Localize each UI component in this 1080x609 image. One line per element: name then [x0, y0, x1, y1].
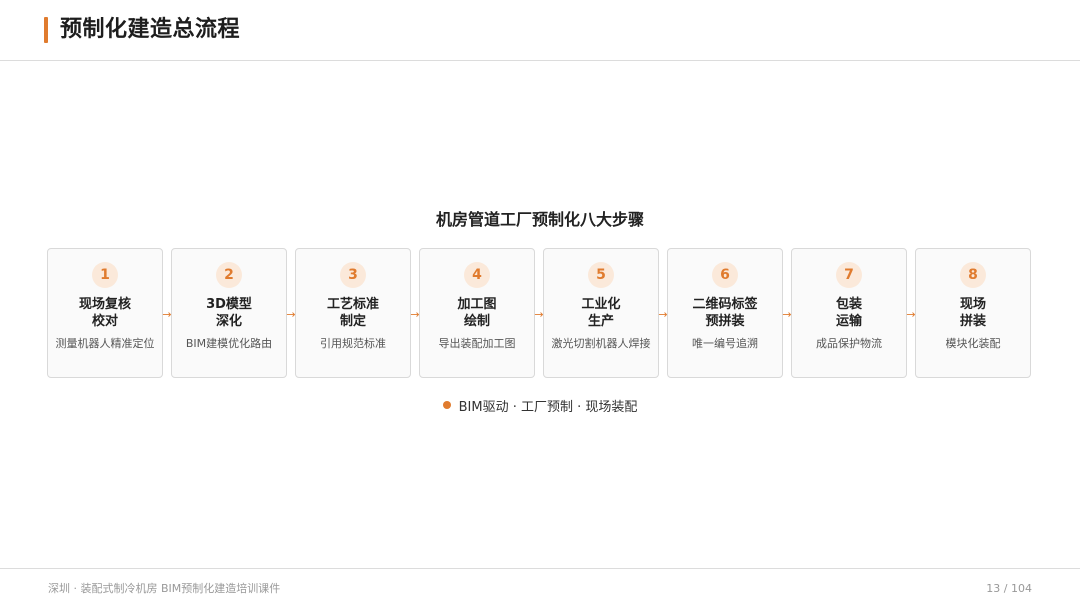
step-card: 2 3D模型深化 BIM建模优化路由: [171, 248, 287, 378]
step-title-line2: 深化: [215, 314, 242, 329]
bullet-dot-icon: [442, 401, 451, 409]
step-number-badge: 1: [92, 262, 118, 288]
footer-course-title: 深圳 · 装配式制冷机房 BIM预制化建造培训课件: [48, 582, 281, 595]
step-number-badge: 7: [836, 262, 862, 288]
step-card: 4 加工图绘制导出装配加工图: [419, 248, 535, 378]
arrow-right-icon: →: [906, 307, 916, 321]
step-title-line2: 生产: [587, 314, 614, 329]
step-card: 3 工艺标准制定引用规范标准: [295, 248, 411, 378]
step-number-badge: 8: [960, 262, 986, 288]
process-steps: 1 现场复核校对测量机器人精准定位 → 2 3D模型深化 BIM建模优化路由 → 3 工艺标准制…: [47, 248, 1033, 380]
step-title-line2: 拼装: [959, 314, 986, 329]
step-number-badge: 4: [464, 262, 490, 288]
step-card: 7 包装运输成品保护物流: [791, 248, 907, 378]
step-title-line1: 二维码标签: [692, 297, 758, 312]
step-title: 工艺标准 制定: [327, 296, 379, 330]
step-description: 激光切割机器人焊接: [551, 337, 651, 350]
tagline-text: BIM驱动 · 工厂预制 · 现场装配: [458, 400, 638, 415]
step-description: 成品保护物流: [816, 337, 882, 350]
arrow-right-icon: →: [534, 307, 544, 321]
step-title-line1: 现场: [959, 297, 986, 312]
step-number-badge: 5: [588, 262, 614, 288]
step-title-line2: 绘制: [463, 314, 490, 329]
step-title-line1: 3D模型: [206, 297, 252, 312]
arrow-right-icon: →: [410, 307, 420, 321]
step-title-line2: 校对: [91, 314, 118, 329]
title-accent-bar: [44, 17, 48, 43]
step-number-badge: 6: [712, 262, 738, 288]
step-title-line2: 制定: [339, 314, 366, 329]
step-title: 包装 运输: [836, 296, 862, 330]
step-title: 加工图 绘制: [457, 296, 496, 330]
step-description: BIM建模优化路由: [185, 337, 273, 350]
step-title-line2: 运输: [835, 314, 862, 329]
step-title-line2: 预拼装: [705, 314, 745, 329]
arrow-right-icon: →: [286, 307, 296, 321]
step-title-line1: 工艺标准: [326, 297, 379, 312]
step-card: 1 现场复核校对测量机器人精准定位: [47, 248, 163, 378]
step-title-line1: 工业化: [581, 297, 621, 312]
step-number-badge: 3: [340, 262, 366, 288]
step-number-badge: 2: [216, 262, 242, 288]
step-card: 8 现场拼装模块化装配: [915, 248, 1031, 378]
page-number: 13 / 104: [986, 582, 1032, 595]
tagline: BIM驱动 · 工厂预制 · 现场装配: [0, 398, 1080, 418]
diagram-title: 机房管道工厂预制化八大步骤: [435, 210, 644, 229]
step-title-line1: 包装: [835, 297, 862, 312]
step-title: 3D模型深化: [206, 296, 252, 330]
step-card: 5 工业化生产激光切割机器人焊接: [543, 248, 659, 378]
step-title-line1: 加工图: [457, 297, 497, 312]
step-description: 模块化装配: [945, 337, 1001, 350]
step-card: 6 二维码标签预拼装唯一编号追溯: [667, 248, 783, 378]
step-title: 现场 拼装: [960, 296, 986, 330]
step-title: 现场复核 校对: [79, 296, 131, 330]
step-description: 唯一编号追溯: [692, 337, 758, 350]
arrow-right-icon: →: [162, 307, 172, 321]
step-title-line1: 现场复核: [78, 297, 131, 312]
step-title: 工业化 生产: [581, 296, 620, 330]
step-description: 测量机器人精准定位: [55, 337, 155, 350]
page-title: 预制化建造总流程: [60, 17, 241, 42]
footer: 深圳 · 装配式制冷机房 BIM预制化建造培训课件 13 / 104: [0, 568, 1080, 609]
header: 预制化建造总流程: [0, 0, 1080, 61]
step-description: 导出装配加工图: [438, 337, 516, 350]
step-title: 二维码标签 预拼装: [692, 296, 757, 330]
arrow-right-icon: →: [782, 307, 792, 321]
arrow-right-icon: →: [658, 307, 668, 321]
step-description: 引用规范标准: [320, 337, 386, 350]
